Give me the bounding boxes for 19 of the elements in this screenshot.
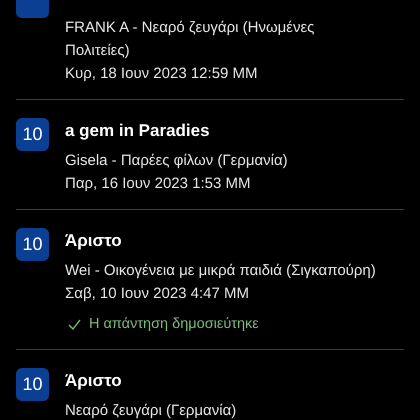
- review-item[interactable]: FRANK A - Νεαρό ζευγάρι (Ηνωμένες Πολιτείες) Κυρ, 18 Ιουν 2023 12:59 ΜΜ: [16, 0, 404, 100]
- review-date: Σαβ, 10 Ιουν 2023 4:47 ΜΜ: [65, 284, 250, 304]
- score-badge: 10: [16, 118, 49, 151]
- review-item[interactable]: 10 Άριστο Νεαρό ζευγάρι (Γερμανία): [16, 350, 404, 420]
- reviewer-info: Wei - Οικογένεια με μικρά παιδιά (Σιγκαπούρη): [65, 261, 377, 281]
- review-item[interactable]: 10 a gem in Paradies Gisela - Παρέες φίλων (Γερμανία) Παρ, 16 Ιουν 2023 1:53 ΜΜ: [16, 100, 404, 210]
- reply-status: Η απάντηση δημοσιεύτηκε: [89, 315, 259, 334]
- score-badge: 10: [16, 368, 49, 401]
- reviewer-info: FRANK A - Νεαρό ζευγάρι (Ηνωμένες Πολιτείες): [65, 18, 316, 61]
- review-title: Άριστο: [65, 370, 123, 392]
- check-icon: [68, 318, 81, 330]
- review-title: Άριστο: [65, 230, 123, 252]
- reviewer-info: Νεαρό ζευγάρι (Γερμανία): [65, 401, 238, 420]
- reviewer-info: Gisela - Παρέες φίλων (Γερμανία): [65, 151, 289, 171]
- review-item[interactable]: 10 Άριστο Wei - Οικογένεια με μικρά παιδιά (Σιγκαπούρη) Σαβ, 10 Ιουν 2023 4:47 ΜΜ Η απάντηση δημοσιεύτηκε: [16, 210, 404, 350]
- review-date: Κυρ, 18 Ιουν 2023 12:59 ΜΜ: [65, 64, 259, 84]
- score-badge: 10: [16, 228, 49, 261]
- review-date: Παρ, 16 Ιουν 2023 1:53 ΜΜ: [65, 174, 252, 194]
- review-title: a gem in Paradies: [65, 120, 211, 142]
